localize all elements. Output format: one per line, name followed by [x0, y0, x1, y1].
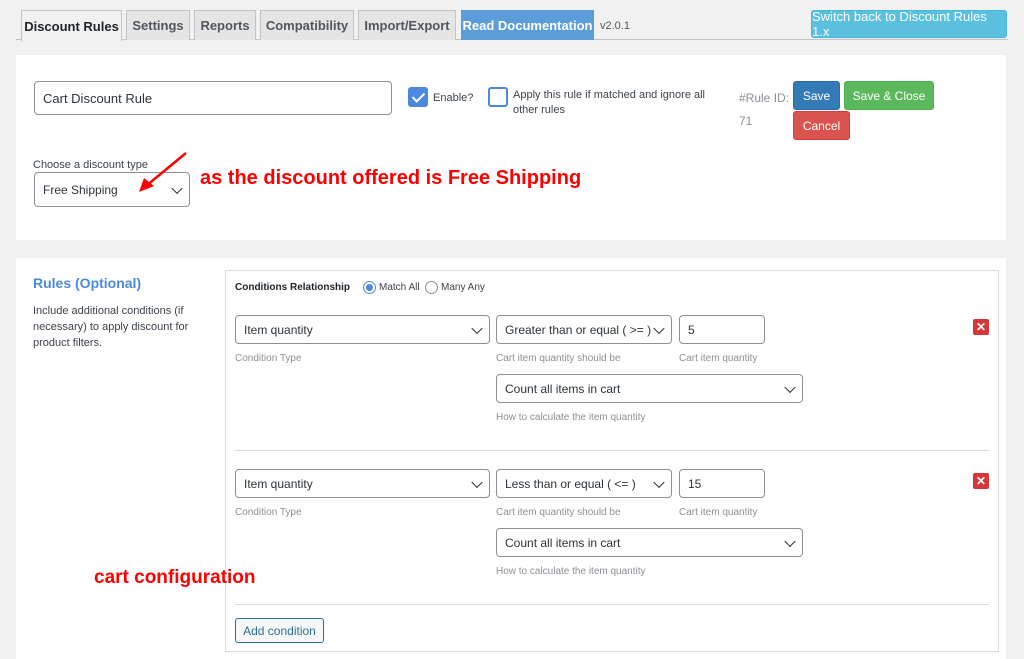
tab-compatibility[interactable]: Compatibility: [260, 10, 354, 40]
condition-2-operator-value: Less than or equal ( <= ): [505, 476, 636, 491]
switch-version-button[interactable]: Switch back to Discount Rules 1.x: [811, 9, 1007, 39]
condition-1-operator-select[interactable]: Greater than or equal ( >= ): [496, 315, 672, 344]
condition-1-calc-value: Count all items in cart: [505, 381, 621, 396]
tab-read-documentation[interactable]: Read Documentation: [461, 10, 594, 40]
condition-2-value-hint: Cart item quantity: [679, 507, 758, 518]
save-close-button[interactable]: Save & Close: [844, 81, 934, 110]
discount-annotation: as the discount offered is Free Shipping: [200, 167, 582, 189]
condition-2-calc-select[interactable]: Count all items in cart: [496, 528, 803, 557]
chevron-down-icon: [784, 381, 796, 393]
condition-1-delete-icon[interactable]: ✕: [973, 319, 989, 335]
condition-2-type-select[interactable]: Item quantity: [235, 469, 490, 498]
condition-1-operator-value: Greater than or equal ( >= ): [505, 322, 652, 337]
condition-1-type-select[interactable]: Item quantity: [235, 315, 490, 344]
rule-id-value: 71: [739, 114, 753, 128]
cancel-button[interactable]: Cancel: [793, 111, 850, 140]
version-label: v2.0.1: [600, 20, 630, 32]
condition-2-calc-value: Count all items in cart: [505, 535, 621, 550]
chevron-down-icon: [784, 535, 796, 547]
rule-settings-panel: Cart Discount Rule Enable? Apply this ru…: [16, 55, 1006, 240]
tab-reports[interactable]: Reports: [194, 10, 256, 40]
condition-1-type-value: Item quantity: [244, 322, 313, 337]
condition-2-operator-select[interactable]: Less than or equal ( <= ): [496, 469, 672, 498]
condition-2-delete-icon[interactable]: ✕: [973, 473, 989, 489]
tab-discount-rules[interactable]: Discount Rules: [21, 10, 122, 41]
many-any-radio[interactable]: [425, 281, 438, 294]
apply-exclusive-label: Apply this rule if matched and ignore al…: [513, 89, 705, 116]
condition-separator: [235, 450, 989, 451]
rule-id-label: #Rule ID:: [739, 91, 790, 105]
rules-description: Include additional conditions (if necess…: [33, 305, 189, 349]
chevron-down-icon: [471, 322, 483, 334]
conditions-footer-separator: [235, 604, 989, 605]
chevron-down-icon: [653, 322, 665, 334]
conditions-box: Conditions Relationship Match All Many A…: [225, 270, 999, 652]
enable-checkbox[interactable]: [408, 87, 428, 107]
condition-2-operator-hint: Cart item quantity should be: [496, 507, 621, 518]
condition-2-calc-hint: How to calculate the item quantity: [496, 566, 646, 577]
condition-1-calc-hint: How to calculate the item quantity: [496, 412, 646, 423]
condition-1-calc-select[interactable]: Count all items in cart: [496, 374, 803, 403]
condition-2-type-value: Item quantity: [244, 476, 313, 491]
tab-settings[interactable]: Settings: [126, 10, 190, 40]
tab-import-export[interactable]: Import/Export: [358, 10, 456, 40]
chevron-down-icon: [471, 476, 483, 488]
match-all-label: Match All: [379, 282, 420, 293]
save-button[interactable]: Save: [793, 81, 840, 110]
condition-1-type-hint: Condition Type: [235, 353, 302, 364]
condition-2-value-input[interactable]: 15: [679, 469, 765, 498]
red-arrow-icon: [139, 152, 187, 192]
tab-bar: Discount Rules Settings Reports Compatib…: [0, 0, 1024, 46]
rules-title: Rules (Optional): [33, 275, 142, 291]
many-any-label: Many Any: [441, 282, 485, 293]
condition-1-operator-hint: Cart item quantity should be: [496, 353, 621, 364]
condition-1-value-hint: Cart item quantity: [679, 353, 758, 364]
discount-type-value: Free Shipping: [43, 182, 118, 197]
enable-label: Enable?: [433, 92, 474, 104]
chevron-down-icon: [653, 476, 665, 488]
discount-type-label: Choose a discount type: [33, 159, 148, 171]
condition-1-value-input[interactable]: 5: [679, 315, 765, 344]
conditions-relationship-label: Conditions Relationship: [235, 282, 350, 293]
condition-2-type-hint: Condition Type: [235, 507, 302, 518]
cart-annotation: cart configuration: [94, 567, 256, 588]
add-condition-button[interactable]: Add condition: [235, 618, 324, 643]
match-all-radio[interactable]: [363, 281, 376, 294]
apply-exclusive-checkbox[interactable]: [488, 87, 508, 107]
rule-name-input[interactable]: Cart Discount Rule: [34, 81, 392, 115]
